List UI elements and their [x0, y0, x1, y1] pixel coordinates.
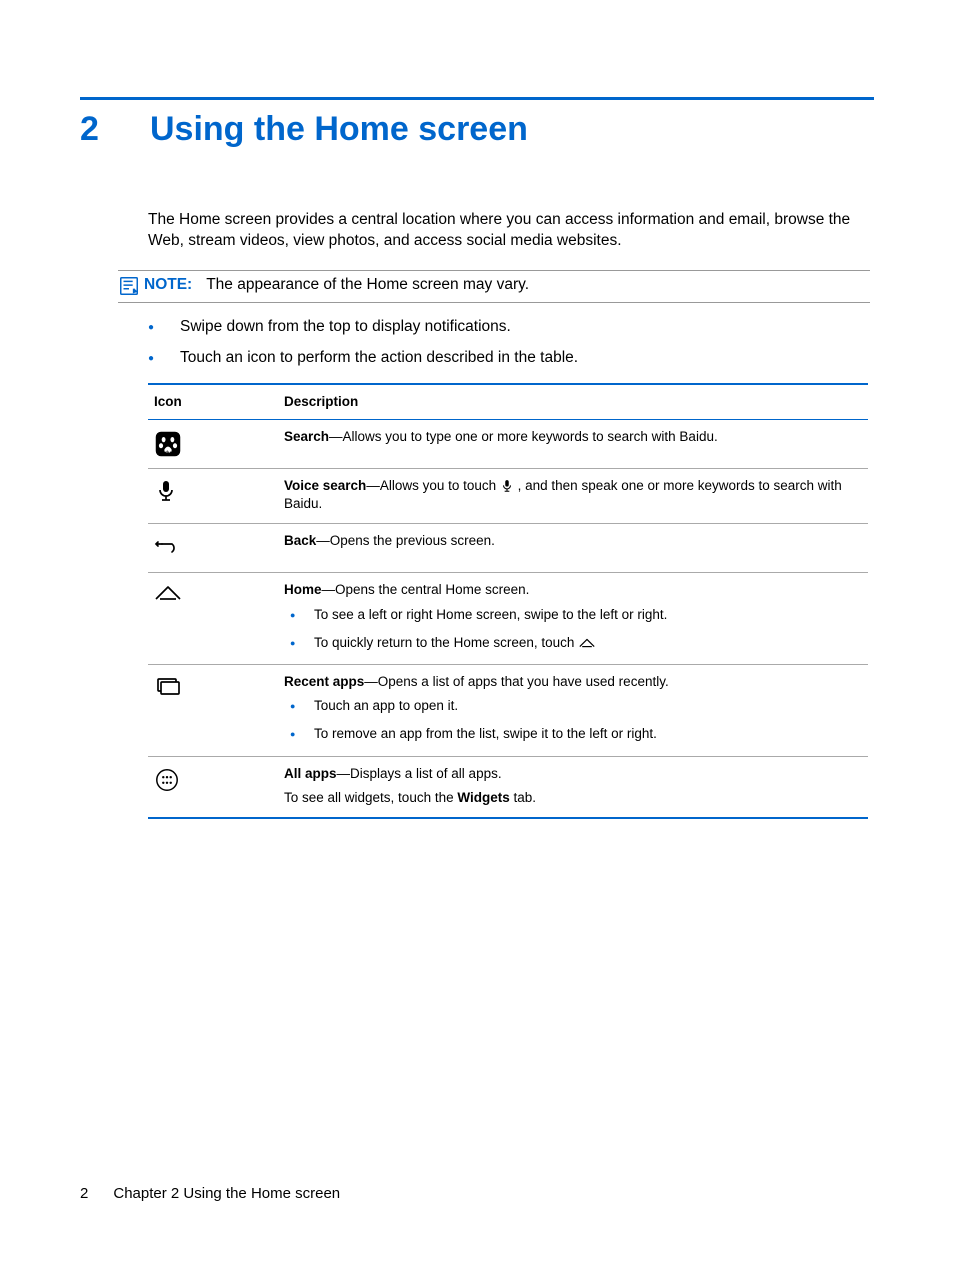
chapter-heading: 2Using the Home screen: [80, 110, 528, 149]
cell-icon-voice: [148, 477, 284, 513]
note-icon: [118, 275, 144, 297]
icon-table: Icon Description: [148, 383, 868, 819]
back-icon: [154, 534, 182, 562]
microphone-icon: [154, 479, 182, 507]
note-text: NOTE: The appearance of the Home screen m…: [144, 275, 529, 296]
cell-desc-voice: Voice search—Allows you to touch , and t…: [284, 477, 868, 513]
inline-microphone-icon: [500, 479, 514, 493]
cell-desc-search: Search—Allows you to type one or more ke…: [284, 428, 868, 458]
home-sub-2: To quickly return to the Home screen, to…: [284, 634, 868, 652]
recent-sub-list: Touch an app to open it. To remove an ap…: [284, 697, 868, 743]
note-body: The appearance of the Home screen may va…: [206, 276, 529, 293]
allapps-rest: —Displays a list of all apps.: [337, 766, 502, 781]
allapps-line2bold: Widgets: [457, 790, 509, 805]
chapter-number: 2: [80, 110, 150, 149]
cell-icon-search: du: [148, 428, 284, 458]
cell-icon-recent: [148, 673, 284, 746]
cell-desc-back: Back—Opens the previous screen.: [284, 532, 868, 562]
intro-bullet-1: Swipe down from the top to display notif…: [148, 317, 868, 338]
search-bold: Search: [284, 429, 329, 444]
back-bold: Back: [284, 533, 316, 548]
table-header-desc: Description: [284, 393, 868, 411]
table-row-back: Back—Opens the previous screen.: [148, 524, 868, 573]
cell-icon-home: [148, 581, 284, 654]
chapter-top-rule: [80, 97, 874, 100]
search-rest: —Allows you to type one or more keywords…: [329, 429, 718, 444]
table-header-icon: Icon: [148, 393, 284, 411]
voice-bold: Voice search: [284, 478, 366, 493]
recent-bold: Recent apps: [284, 674, 364, 689]
recent-sub-1: Touch an app to open it.: [284, 697, 868, 715]
intro-bullet-list: Swipe down from the top to display notif…: [148, 317, 868, 369]
table-row-recent: Recent apps—Opens a list of apps that yo…: [148, 665, 868, 757]
home-sub-1: To see a left or right Home screen, swip…: [284, 606, 868, 624]
home-sub-list: To see a left or right Home screen, swip…: [284, 606, 868, 652]
table-row-search: du Search—Allows you to type one or more…: [148, 420, 868, 469]
table-body: du Search—Allows you to type one or more…: [148, 420, 868, 819]
table-row-allapps: All apps—Displays a list of all apps. To…: [148, 757, 868, 817]
recent-sub-2: To remove an app from the list, swipe it…: [284, 725, 868, 743]
inline-home-icon: [578, 636, 592, 650]
table-header-row: Icon Description: [148, 383, 868, 420]
cell-icon-back: [148, 532, 284, 562]
allapps-line2b: tab.: [510, 790, 536, 805]
footer-page-number: 2: [80, 1185, 88, 1202]
note-callout: NOTE: The appearance of the Home screen m…: [118, 270, 870, 303]
recent-apps-icon: [154, 675, 182, 703]
table-row-home: Home—Opens the central Home screen. To s…: [148, 573, 868, 665]
intro-paragraph: The Home screen provides a central locat…: [148, 210, 868, 252]
baidu-search-icon: du: [154, 430, 182, 458]
home-icon: [154, 583, 182, 611]
page-footer: 2 Chapter 2 Using the Home screen: [80, 1185, 340, 1202]
cell-desc-allapps: All apps—Displays a list of all apps. To…: [284, 765, 868, 807]
table-row-voice: Voice search—Allows you to touch , and t…: [148, 469, 868, 524]
chapter-title: Using the Home screen: [150, 110, 528, 148]
home-sub-2-text: To quickly return to the Home screen, to…: [314, 635, 578, 650]
recent-rest: —Opens a list of apps that you have used…: [364, 674, 668, 689]
note-label: NOTE:: [144, 276, 192, 293]
voice-before: —Allows you to touch: [366, 478, 500, 493]
cell-icon-allapps: [148, 765, 284, 807]
back-rest: —Opens the previous screen.: [316, 533, 495, 548]
page-content: The Home screen provides a central locat…: [148, 210, 868, 819]
allapps-bold: All apps: [284, 766, 337, 781]
cell-desc-recent: Recent apps—Opens a list of apps that yo…: [284, 673, 868, 746]
cell-desc-home: Home—Opens the central Home screen. To s…: [284, 581, 868, 654]
allapps-line2a: To see all widgets, touch the: [284, 790, 457, 805]
document-page: 2Using the Home screen The Home screen p…: [0, 0, 954, 1270]
intro-bullet-2: Touch an icon to perform the action desc…: [148, 348, 868, 369]
home-rest: —Opens the central Home screen.: [322, 582, 530, 597]
all-apps-icon: [154, 767, 182, 795]
svg-text:du: du: [165, 450, 171, 456]
footer-chapter-label: Chapter 2 Using the Home screen: [113, 1185, 340, 1202]
home-bold: Home: [284, 582, 322, 597]
